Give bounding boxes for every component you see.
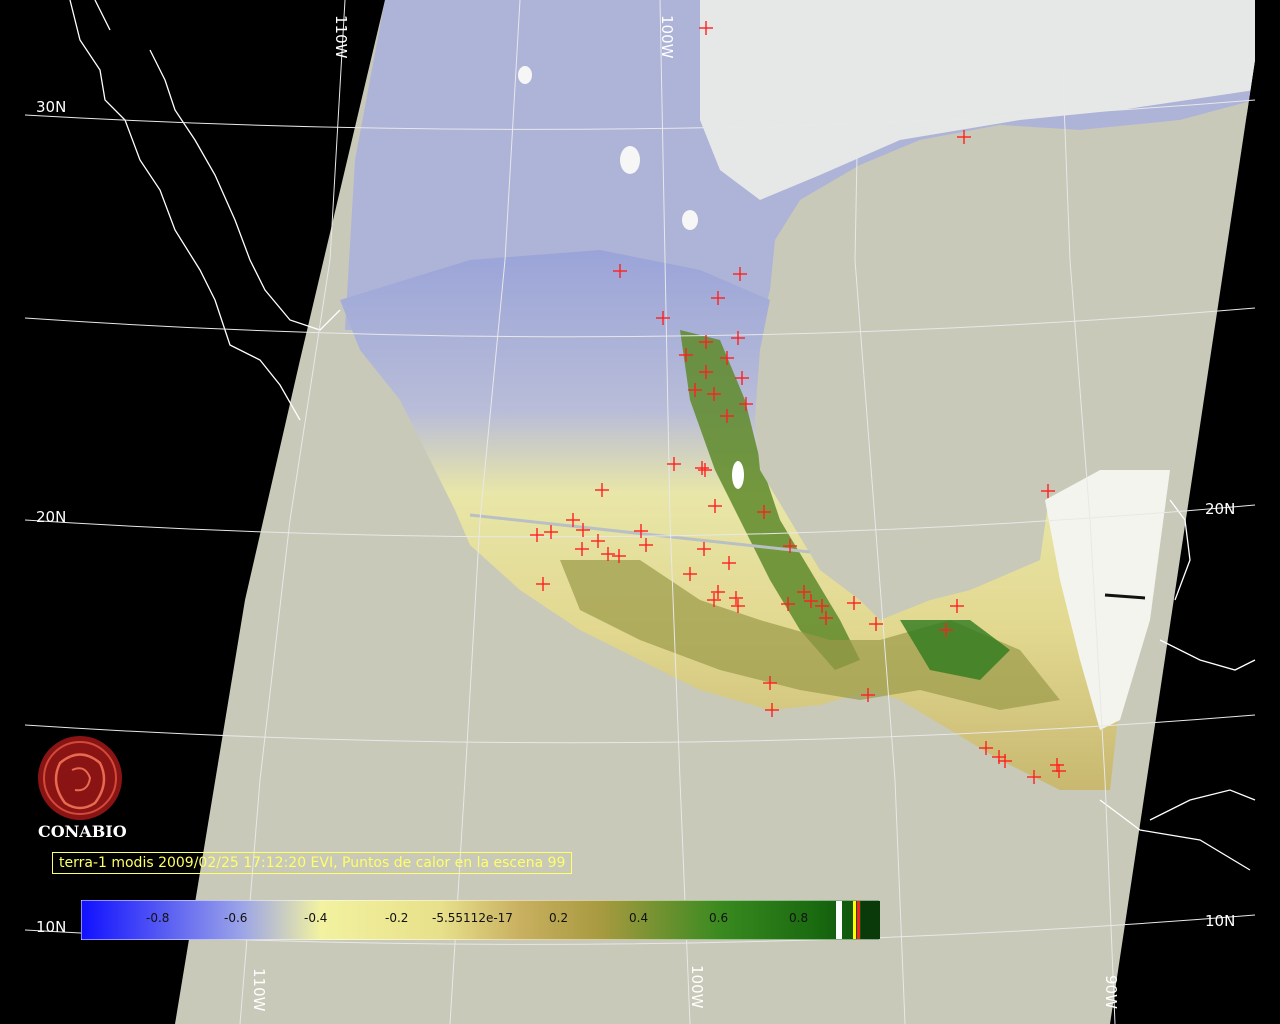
lon-label-100w-top: 100W xyxy=(658,15,676,59)
colorbar-label: -0.2 xyxy=(385,911,409,925)
lat-label-10n-left: 10N xyxy=(36,918,67,936)
coast-line xyxy=(94,0,111,31)
colorbar-label: 0.2 xyxy=(549,911,569,925)
lon-label-100w-bottom: 100W xyxy=(688,965,706,1009)
lat-label-20n-left: 20N xyxy=(36,508,67,526)
coast-line xyxy=(1159,639,1256,671)
scene-caption: terra-1 modis 2009/02/25 17:12:20 EVI, P… xyxy=(52,852,573,874)
lat-label-20n-right: 20N xyxy=(1205,500,1236,518)
coast-line xyxy=(69,0,301,421)
colorbar-label: -5.55112e-17 xyxy=(432,911,513,925)
colorbar-label: -0.6 xyxy=(224,911,248,925)
coast-line xyxy=(1149,789,1256,821)
brand-label: CONABIO xyxy=(38,822,127,841)
colorbar-label: -0.4 xyxy=(304,911,328,925)
lat-label-30n-left: 30N xyxy=(36,98,67,116)
lon-label-110w-top: 110W xyxy=(332,15,350,59)
lake xyxy=(518,66,532,84)
colorbar-label: -0.8 xyxy=(146,911,170,925)
colorbar-label: 0.4 xyxy=(629,911,649,925)
lat-label-10n-right: 10N xyxy=(1205,912,1236,930)
lon-label-90w-bottom: 90W xyxy=(1102,975,1120,1009)
lake xyxy=(682,210,698,230)
lake xyxy=(620,146,640,174)
colorbar-label: 0.6 xyxy=(709,911,729,925)
colorbar-label: 0.8 xyxy=(789,911,809,925)
conabio-logo xyxy=(38,736,122,820)
lake xyxy=(732,461,744,489)
coast-line xyxy=(149,49,341,331)
lon-label-110w-bottom: 110W xyxy=(250,968,268,1012)
